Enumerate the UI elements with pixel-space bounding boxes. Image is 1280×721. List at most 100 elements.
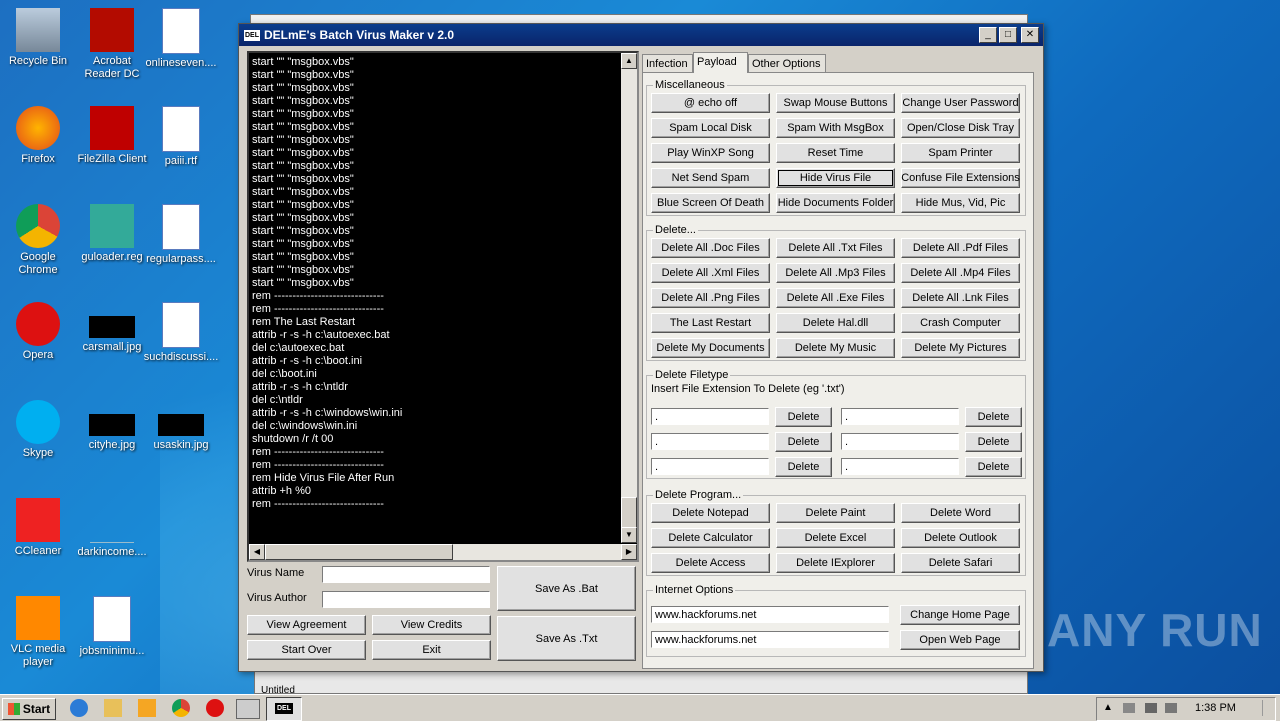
- opera-taskbar-icon[interactable]: [206, 699, 224, 717]
- program-buttons-button[interactable]: Delete Safari: [901, 553, 1020, 573]
- delete-buttons-button[interactable]: Delete My Pictures: [901, 338, 1020, 358]
- program-buttons-button[interactable]: Delete Word: [901, 503, 1020, 523]
- show-desktop-button[interactable]: [1262, 700, 1273, 716]
- misc-buttons-button[interactable]: Confuse File Extensions: [901, 168, 1020, 188]
- delete-filetype-button[interactable]: Delete: [775, 457, 832, 477]
- scroll-left-icon[interactable]: ◀: [249, 544, 265, 560]
- filetype-extension-field[interactable]: [651, 408, 769, 425]
- filetype-extension-field[interactable]: [841, 433, 959, 450]
- misc-buttons-button[interactable]: Change User Password: [901, 93, 1020, 113]
- tab-infection[interactable]: Infection: [642, 54, 693, 72]
- minimize-button[interactable]: _: [979, 27, 997, 43]
- delete-buttons-button[interactable]: Delete All .Doc Files: [651, 238, 770, 258]
- delete-buttons-button[interactable]: Delete My Documents: [651, 338, 770, 358]
- misc-buttons-button[interactable]: Swap Mouse Buttons: [776, 93, 895, 113]
- desktop-icon[interactable]: Skype: [0, 400, 76, 460]
- file-explorer-icon[interactable]: [104, 699, 122, 717]
- open-web-page-url-field[interactable]: [651, 631, 889, 648]
- save-as-txt-button[interactable]: Save As .Txt: [497, 616, 636, 661]
- misc-buttons-button[interactable]: Open/Close Disk Tray: [901, 118, 1020, 138]
- delete-buttons-button[interactable]: Delete All .Pdf Files: [901, 238, 1020, 258]
- tray-network-icon[interactable]: [1145, 703, 1157, 713]
- delete-filetype-button[interactable]: Delete: [965, 432, 1022, 452]
- media-player-icon[interactable]: [138, 699, 156, 717]
- delete-buttons-button[interactable]: Delete All .Exe Files: [776, 288, 895, 308]
- scroll-down-icon[interactable]: ▼: [621, 527, 637, 543]
- program-buttons-button[interactable]: Delete Calculator: [651, 528, 770, 548]
- misc-buttons-button[interactable]: Hide Documents Folder: [776, 193, 895, 213]
- desktop-icon[interactable]: paiii.rtf: [143, 106, 219, 168]
- tray-volume-icon[interactable]: [1165, 703, 1177, 713]
- horizontal-scroll-thumb[interactable]: [265, 544, 453, 560]
- desktop-icon[interactable]: Google Chrome: [0, 204, 76, 277]
- maximize-button[interactable]: □: [999, 27, 1017, 43]
- misc-buttons-button[interactable]: Play WinXP Song: [651, 143, 770, 163]
- misc-buttons-button[interactable]: Spam Local Disk: [651, 118, 770, 138]
- delete-buttons-button[interactable]: The Last Restart: [651, 313, 770, 333]
- desktop-icon[interactable]: Acrobat Reader DC: [74, 8, 150, 81]
- misc-buttons-button[interactable]: Spam Printer: [901, 143, 1020, 163]
- home-page-url-field[interactable]: [651, 606, 889, 623]
- scroll-up-icon[interactable]: ▲: [621, 53, 637, 69]
- scroll-right-icon[interactable]: ▶: [621, 544, 637, 560]
- delete-filetype-button[interactable]: Delete: [965, 407, 1022, 427]
- desktop-icon[interactable]: FileZilla Client: [74, 106, 150, 166]
- misc-buttons-button[interactable]: Blue Screen Of Death: [651, 193, 770, 213]
- misc-buttons-button[interactable]: Net Send Spam: [651, 168, 770, 188]
- delete-buttons-button[interactable]: Crash Computer: [901, 313, 1020, 333]
- delete-buttons-button[interactable]: Delete Hal.dll: [776, 313, 895, 333]
- change-home-page-button[interactable]: Change Home Page: [900, 605, 1020, 625]
- delete-buttons-button[interactable]: Delete All .Png Files: [651, 288, 770, 308]
- delete-filetype-button[interactable]: Delete: [965, 457, 1022, 477]
- tray-clock[interactable]: 1:38 PM: [1195, 702, 1236, 714]
- desktop-icon[interactable]: Recycle Bin: [0, 8, 76, 68]
- delete-buttons-button[interactable]: Delete All .Mp4 Files: [901, 263, 1020, 283]
- chrome-taskbar-icon[interactable]: [172, 699, 190, 717]
- delete-buttons-button[interactable]: Delete All .Lnk Files: [901, 288, 1020, 308]
- desktop-icon[interactable]: Opera: [0, 302, 76, 362]
- delete-filetype-button[interactable]: Delete: [775, 407, 832, 427]
- batch-app-taskbar-icon[interactable]: [236, 699, 260, 719]
- filetype-extension-field[interactable]: [841, 408, 959, 425]
- desktop-icon[interactable]: carsmall.jpg: [74, 302, 150, 354]
- batch-code-text[interactable]: start "" "msgbox.vbs" start "" "msgbox.v…: [249, 53, 620, 543]
- virus-name-field[interactable]: [322, 566, 490, 583]
- delete-buttons-button[interactable]: Delete My Music: [776, 338, 895, 358]
- window-titlebar[interactable]: DEL DELmE's Batch Virus Maker v 2.0 _ □ …: [239, 24, 1043, 46]
- exit-button[interactable]: Exit: [372, 640, 491, 660]
- open-web-page-button[interactable]: Open Web Page: [900, 630, 1020, 650]
- desktop-icon[interactable]: regularpass....: [143, 204, 219, 266]
- start-over-button[interactable]: Start Over: [247, 640, 366, 660]
- desktop-icon[interactable]: usaskin.jpg: [143, 400, 219, 452]
- desktop-icon[interactable]: darkincome....: [74, 498, 150, 559]
- tray-expand-icon[interactable]: ▲: [1103, 702, 1113, 713]
- filetype-extension-field[interactable]: [841, 458, 959, 475]
- active-task-button[interactable]: DEL: [266, 697, 302, 721]
- filetype-extension-field[interactable]: [651, 458, 769, 475]
- save-as-bat-button[interactable]: Save As .Bat: [497, 566, 636, 611]
- desktop-icon[interactable]: jobsminimu...: [74, 596, 150, 658]
- vertical-scroll-thumb[interactable]: [621, 497, 637, 529]
- desktop-icon[interactable]: Firefox: [0, 106, 76, 166]
- tab-other-options[interactable]: Other Options: [748, 54, 826, 72]
- delete-buttons-button[interactable]: Delete All .Txt Files: [776, 238, 895, 258]
- misc-buttons-button[interactable]: Hide Mus, Vid, Pic: [901, 193, 1020, 213]
- misc-buttons-button[interactable]: Spam With MsgBox: [776, 118, 895, 138]
- internet-explorer-icon[interactable]: [70, 699, 88, 717]
- tab-payload[interactable]: Payload: [693, 52, 748, 73]
- tray-flag-icon[interactable]: [1123, 703, 1135, 713]
- filetype-extension-field[interactable]: [651, 433, 769, 450]
- desktop-icon[interactable]: suchdiscussi....: [143, 302, 219, 364]
- desktop-icon[interactable]: onlineseven....: [143, 8, 219, 70]
- misc-buttons-button[interactable]: Reset Time: [776, 143, 895, 163]
- view-credits-button[interactable]: View Credits: [372, 615, 491, 635]
- close-button[interactable]: ✕: [1021, 27, 1039, 43]
- desktop-icon[interactable]: VLC media player: [0, 596, 76, 669]
- delete-filetype-button[interactable]: Delete: [775, 432, 832, 452]
- batch-code-console[interactable]: start "" "msgbox.vbs" start "" "msgbox.v…: [247, 51, 639, 562]
- delete-buttons-button[interactable]: Delete All .Mp3 Files: [776, 263, 895, 283]
- console-horizontal-scrollbar[interactable]: ◀ ▶: [249, 544, 637, 560]
- virus-author-field[interactable]: [322, 591, 490, 608]
- desktop-icon[interactable]: cityhe.jpg: [74, 400, 150, 452]
- program-buttons-button[interactable]: Delete IExplorer: [776, 553, 895, 573]
